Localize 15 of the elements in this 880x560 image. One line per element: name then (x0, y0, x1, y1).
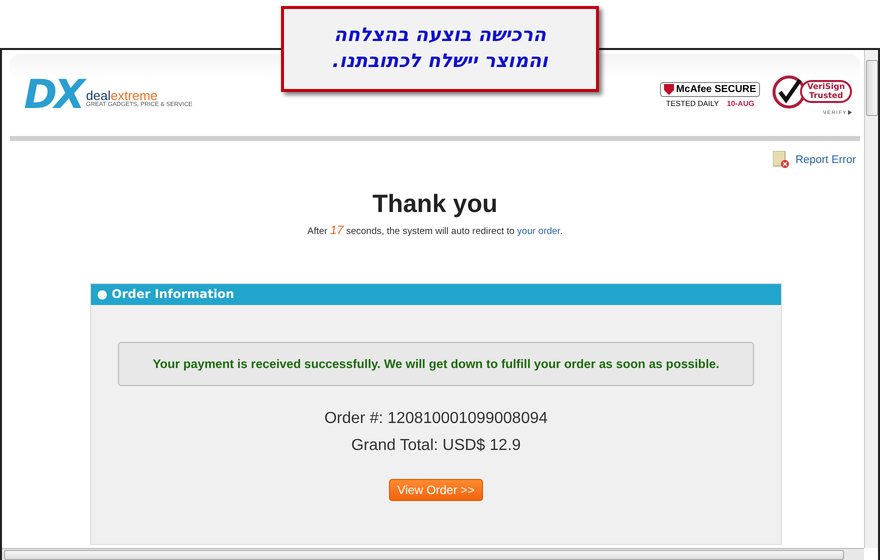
report-error-link[interactable]: Report Error (795, 154, 856, 166)
your-order-link[interactable]: your order (517, 226, 560, 237)
triangle-icon (848, 110, 852, 115)
redirect-notice: After 17 seconds, the system will auto redirect to your order. (306, 223, 564, 237)
grand-total: Grand Total: USD$ 12.9 (351, 437, 521, 455)
thank-you-heading: Thank you (371, 190, 498, 219)
callout-text: והמוצר יישלח לכתובתנו. (332, 49, 548, 74)
mcafee-badge[interactable]: McAfee SECURE (660, 82, 760, 97)
callout-text: הרכישה בוצעה בהצלחה (334, 23, 546, 48)
success-message: Your payment is received successfully. We will get down to fulfill your order as soon as possible. (118, 342, 754, 386)
verisign-badge[interactable]: VeriSign Trusted (800, 80, 852, 104)
logo-name: dealextreme (86, 88, 158, 102)
order-number: Order #: 120810001099008094 (324, 410, 548, 428)
document-error-icon (773, 151, 790, 168)
panel-title: ● Order Information (91, 284, 781, 305)
